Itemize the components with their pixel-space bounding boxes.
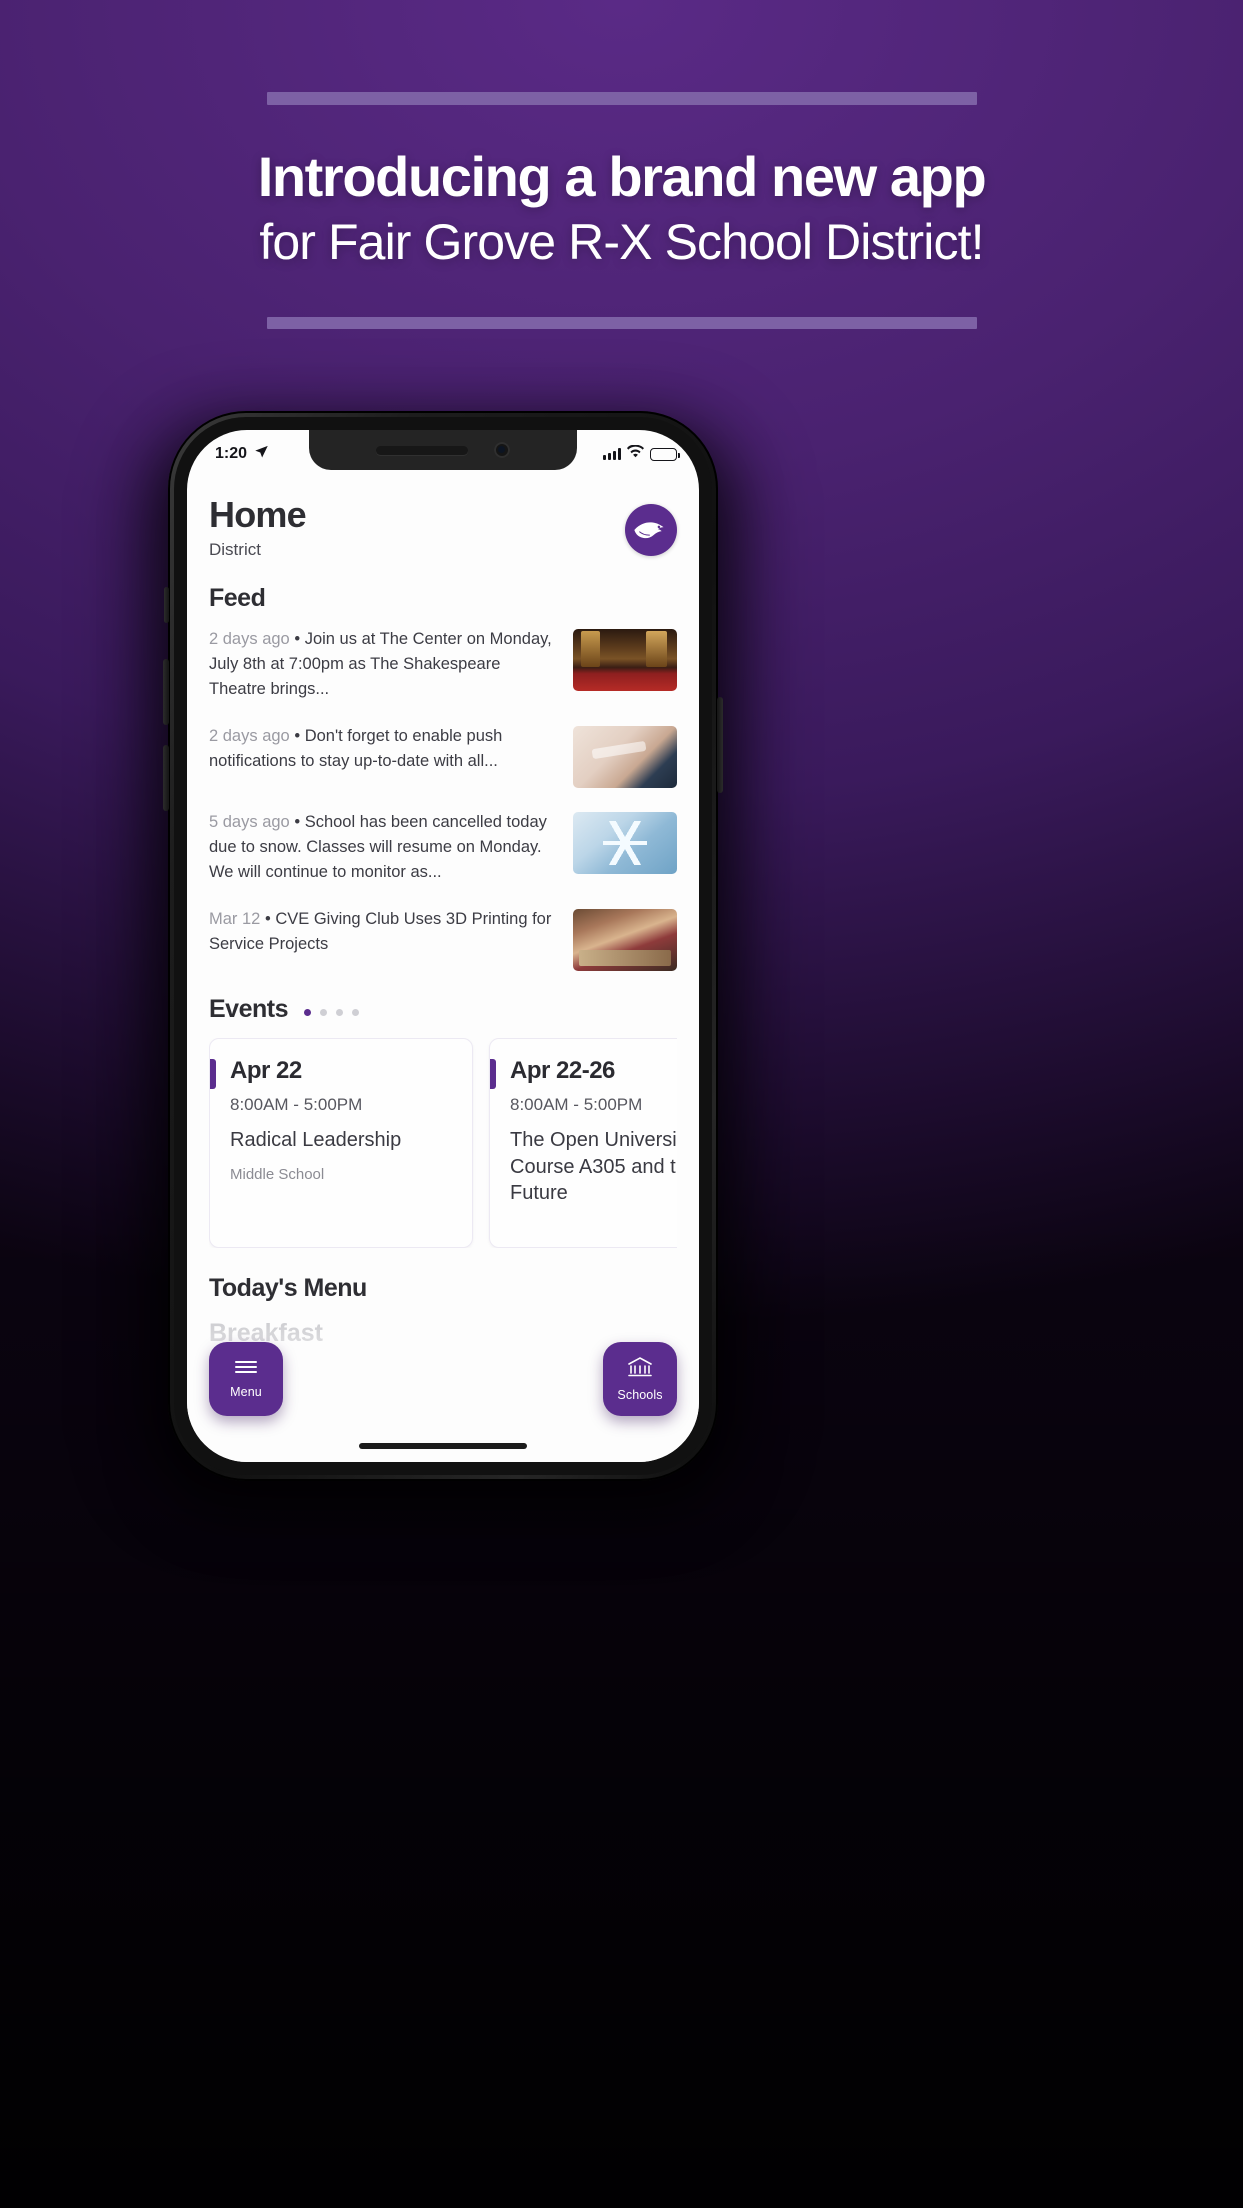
menu-section-title: Today's Menu [209, 1274, 367, 1303]
event-time: 8:00AM - 5:00PM [510, 1095, 643, 1115]
feed-item-age: 5 days ago [209, 813, 290, 832]
feed-item-separator: • [294, 727, 301, 746]
app-header-titles: Home District [209, 494, 307, 560]
phone-volume-up-button[interactable] [163, 659, 169, 725]
event-accent-bar [490, 1059, 496, 1090]
feed-item[interactable]: 5 days ago • School has been cancelled t… [209, 810, 677, 885]
page-subtitle: District [209, 539, 261, 559]
wifi-icon [627, 444, 644, 463]
hamburger-menu-icon [234, 1359, 258, 1380]
event-accent-bar [210, 1059, 216, 1090]
event-card[interactable]: Apr 22 8:00AM - 5:00PM Radical Leadershi… [209, 1038, 473, 1249]
bottom-navigation: Menu Schools [187, 1342, 699, 1416]
classroom-thumbnail[interactable] [573, 909, 677, 972]
feed-item-text: 5 days ago • School has been cancelled t… [209, 810, 559, 885]
bank-building-icon [627, 1356, 653, 1383]
headline-bottom-rule [266, 317, 977, 330]
eagle-mascot-logo[interactable] [625, 504, 677, 556]
event-time: 8:00AM - 5:00PM [230, 1095, 363, 1115]
phone-volume-down-button[interactable] [163, 745, 169, 811]
pager-dot[interactable] [319, 1009, 327, 1017]
cellular-signal-icon [603, 448, 621, 460]
events-pager-dots[interactable] [303, 1009, 359, 1017]
feed-item-separator: • [264, 910, 271, 929]
feed-item-body: CVE Giving Club Uses 3D Printing for Ser… [209, 910, 552, 954]
schools-button[interactable]: Schools [603, 1342, 677, 1416]
phone-mute-switch[interactable] [164, 587, 169, 623]
headline-line-1: Introducing a brand new app [257, 145, 987, 208]
snowflake-thumbnail[interactable] [573, 812, 677, 875]
feed-list: 2 days ago • Join us at The Center on Mo… [209, 627, 677, 972]
menu-button-label: Menu [230, 1385, 262, 1399]
pager-dot[interactable] [335, 1009, 343, 1017]
events-section-header: Events [209, 995, 677, 1024]
feed-item-age: 2 days ago [209, 629, 290, 648]
feed-item-age: Mar 12 [209, 910, 261, 929]
feed-item-text: 2 days ago • Don't forget to enable push… [209, 724, 559, 774]
feed-item-age: 2 days ago [209, 727, 290, 746]
phone-mockup: 1:20 Home District Feed 2 days ago • Joi… [140, 411, 746, 1507]
app-header: Home District [209, 472, 677, 560]
event-place: Middle School [230, 1165, 325, 1183]
pager-dot[interactable] [351, 1009, 359, 1017]
feed-item-separator: • [294, 813, 301, 832]
feed-item-separator: • [294, 629, 301, 648]
battery-full-icon [650, 447, 680, 461]
status-bar-left: 1:20 [215, 444, 269, 464]
phone-screen: 1:20 Home District Feed 2 days ago • Joi… [187, 430, 699, 1462]
page-title: Home [209, 494, 307, 535]
feed-section-title: Feed [209, 583, 266, 612]
status-bar-time: 1:20 [215, 445, 248, 462]
headline-block: Introducing a brand new app for Fair Gro… [0, 92, 1243, 330]
headline-line-2: for Fair Grove R-X School District! [259, 214, 984, 271]
events-carousel[interactable]: Apr 22 8:00AM - 5:00PM Radical Leadershi… [209, 1038, 677, 1249]
event-date: Apr 22-26 [510, 1057, 615, 1085]
app-content: Home District Feed 2 days ago • Join us … [187, 472, 699, 1462]
event-name: Radical Leadership [230, 1129, 402, 1152]
theatre-interior-thumbnail[interactable] [573, 628, 677, 691]
home-indicator[interactable] [359, 1443, 527, 1449]
pager-dot[interactable] [303, 1009, 311, 1017]
feed-item-text: 2 days ago • Join us at The Center on Mo… [209, 627, 559, 702]
phone-power-button[interactable] [717, 697, 723, 793]
schools-button-label: Schools [617, 1388, 663, 1402]
hands-writing-thumbnail[interactable] [573, 726, 677, 789]
feed-item[interactable]: 2 days ago • Don't forget to enable push… [209, 724, 677, 789]
feed-item[interactable]: 2 days ago • Join us at The Center on Mo… [209, 627, 677, 702]
status-bar: 1:20 [187, 430, 699, 472]
event-name: The Open University's Course A305 and th… [510, 1129, 677, 1205]
event-date: Apr 22 [230, 1057, 302, 1085]
event-card[interactable]: Apr 22-26 8:00AM - 5:00PM The Open Unive… [489, 1038, 677, 1249]
events-section-title: Events [209, 995, 288, 1024]
menu-button[interactable]: Menu [209, 1342, 283, 1416]
feed-item-text: Mar 12 • CVE Giving Club Uses 3D Printin… [209, 907, 559, 957]
status-bar-right [603, 444, 680, 463]
location-arrow-icon [254, 444, 269, 464]
headline-top-rule [266, 92, 977, 105]
feed-item[interactable]: Mar 12 • CVE Giving Club Uses 3D Printin… [209, 907, 677, 972]
